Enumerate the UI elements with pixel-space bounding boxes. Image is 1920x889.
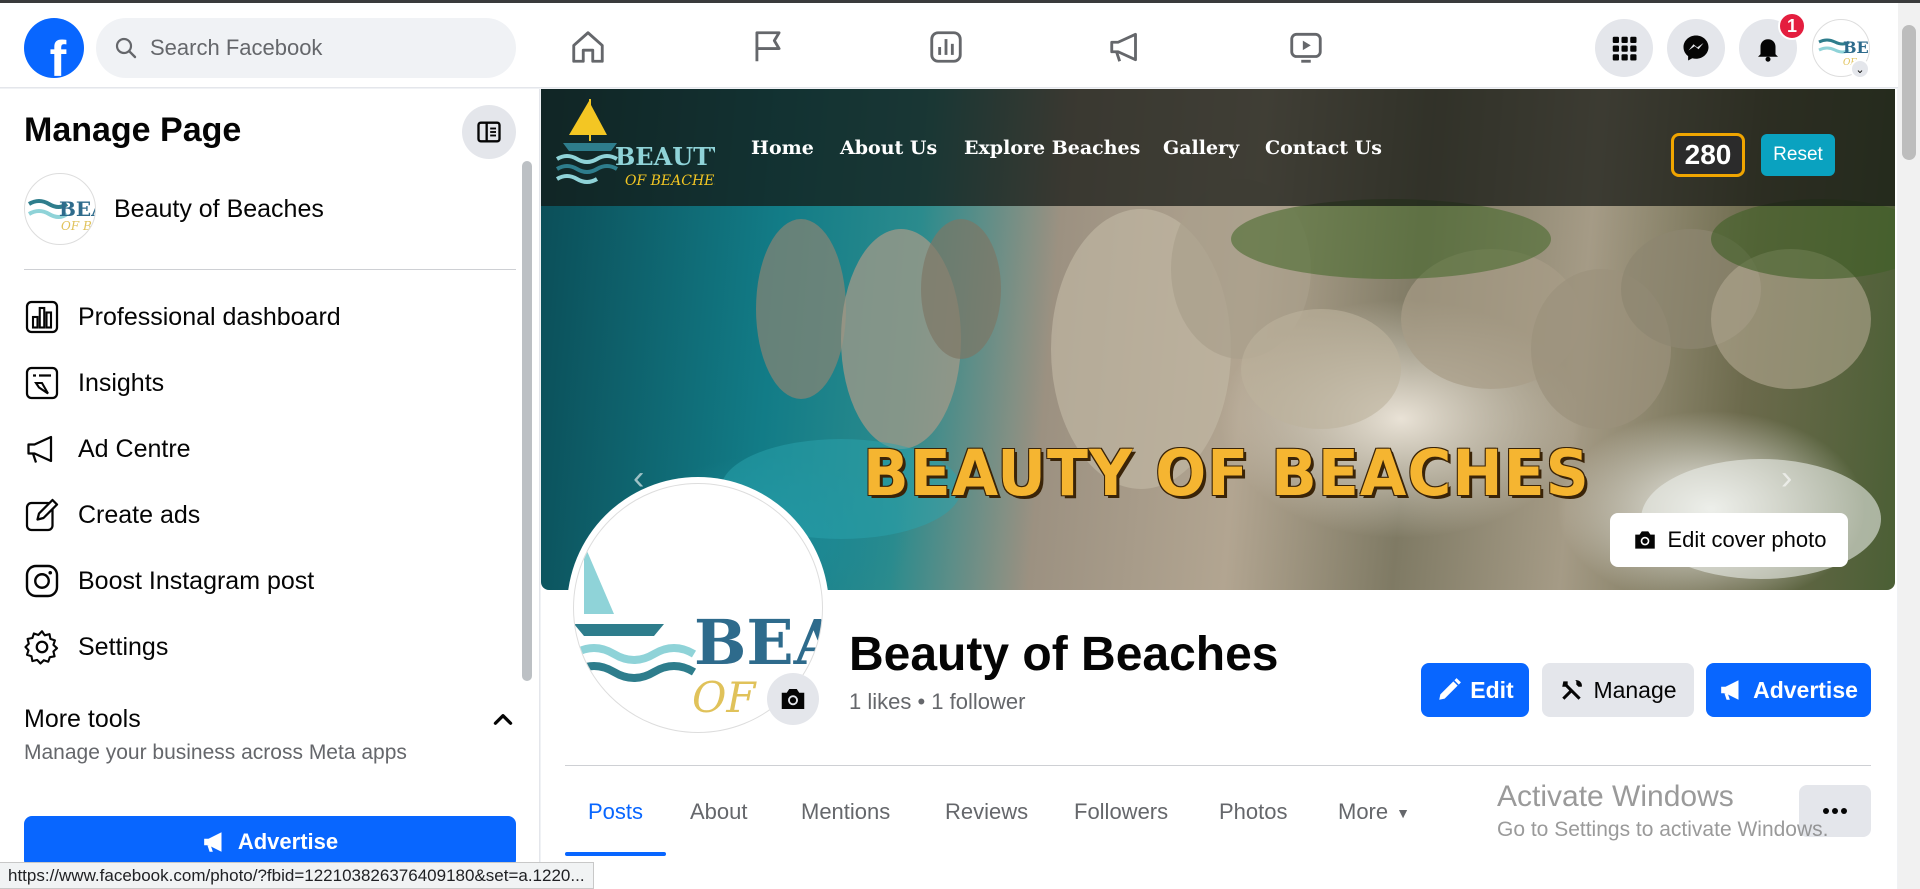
search-input[interactable] xyxy=(150,35,470,61)
insights-chart-icon[interactable] xyxy=(924,25,968,69)
facebook-logo[interactable]: f xyxy=(24,18,84,78)
tab-reviews[interactable]: Reviews xyxy=(945,799,1028,825)
collapse-sidebar-icon[interactable] xyxy=(462,105,516,159)
sidebar-item-label: Boost Instagram post xyxy=(78,566,315,595)
edit-label: Edit xyxy=(1470,676,1514,703)
sidebar-item-settings[interactable]: Settings xyxy=(24,622,168,672)
more-tools-heading[interactable]: More tools xyxy=(24,705,141,734)
manage-page-button[interactable]: Manage xyxy=(1542,663,1694,717)
page-likes-followers[interactable]: 1 likes • 1 follower xyxy=(849,689,1025,715)
activate-windows-subtitle: Go to Settings to activate Windows. xyxy=(1497,818,1829,841)
visitor-counter: 280 xyxy=(1671,133,1745,177)
update-profile-picture-camera-icon[interactable] xyxy=(767,673,819,725)
page-title: Beauty of Beaches xyxy=(849,628,1279,681)
search-icon xyxy=(115,37,137,59)
video-icon[interactable] xyxy=(1284,25,1328,69)
sidebar-item-label: Insights xyxy=(78,368,165,397)
messenger-icon[interactable] xyxy=(1667,19,1725,77)
main-content: BEAUTY OF BEACHES Home About Us Explore … xyxy=(541,89,1897,889)
edit-page-button[interactable]: Edit xyxy=(1421,663,1529,717)
sidebar-item-label: Create ads xyxy=(78,500,201,529)
cover-link-explore-beaches[interactable]: Explore Beaches xyxy=(964,137,1140,159)
home-icon[interactable] xyxy=(566,25,610,69)
edit-cover-photo-button[interactable]: Edit cover photo xyxy=(1610,513,1848,567)
cover-link-gallery[interactable]: Gallery xyxy=(1163,137,1239,159)
reset-button[interactable]: Reset xyxy=(1761,134,1835,176)
svg-text:OF BEACHES: OF BEACHES xyxy=(625,173,715,189)
tab-followers[interactable]: Followers xyxy=(1074,799,1168,825)
cover-next-arrow-icon[interactable]: › xyxy=(1781,459,1811,499)
manage-label: Manage xyxy=(1593,676,1677,703)
sidebar-item-label: Professional dashboard xyxy=(78,302,341,331)
feed-card-top xyxy=(708,878,1726,889)
dashboard-icon xyxy=(25,300,59,334)
tab-posts[interactable]: Posts xyxy=(588,799,643,825)
advertise-button[interactable]: Advertise xyxy=(1706,663,1871,717)
camera-icon xyxy=(1634,531,1655,549)
sidebar-item-create-ads[interactable]: Create ads xyxy=(24,490,200,540)
active-tab-indicator xyxy=(565,852,666,856)
account-chevron-down-icon[interactable]: ⌄ xyxy=(1850,59,1870,79)
browser-status-url: https://www.facebook.com/photo/?fbid=122… xyxy=(0,862,594,889)
gear-icon xyxy=(24,630,59,665)
megaphone-icon xyxy=(204,832,222,852)
tab-more[interactable]: More ▼ xyxy=(1338,799,1410,825)
svg-text:BE: BE xyxy=(1843,38,1869,57)
page-avatar: BEA OF BE xyxy=(24,173,96,245)
advertise-label: Advertise xyxy=(1753,676,1858,703)
top-navigation-bar: f 1 BE OF ⌄ xyxy=(0,3,1920,88)
sidebar-scrollbar[interactable] xyxy=(522,161,532,681)
sidebar-title: Manage Page xyxy=(24,111,242,149)
current-page-selector[interactable]: BEA OF BE Beauty of Beaches xyxy=(24,173,324,245)
megaphone-icon xyxy=(1721,680,1739,700)
insights-icon xyxy=(25,366,59,400)
sidebar-item-label: Settings xyxy=(78,632,169,661)
megaphone-icon[interactable] xyxy=(1104,25,1148,69)
more-tools-subtitle: Manage your business across Meta apps xyxy=(24,741,407,764)
svg-text:BEA: BEA xyxy=(59,197,96,221)
tabs-divider xyxy=(565,765,1871,766)
sidebar-item-professional-dashboard[interactable]: Professional dashboard xyxy=(24,292,341,342)
sidebar-advertise-button[interactable]: Advertise xyxy=(24,816,516,868)
activate-windows-title: Activate Windows xyxy=(1497,780,1734,813)
page-scrollbar-thumb[interactable] xyxy=(1902,25,1916,160)
tab-mentions[interactable]: Mentions xyxy=(801,799,890,825)
svg-text:BEA: BEA xyxy=(694,606,823,679)
manage-page-sidebar: Manage Page BEA OF BE Beauty of Beaches … xyxy=(0,89,540,889)
instagram-icon xyxy=(25,564,59,598)
chevron-up-icon[interactable] xyxy=(490,707,516,733)
cover-link-about-us[interactable]: About Us xyxy=(840,137,937,159)
sidebar-item-label: Ad Centre xyxy=(78,434,191,463)
pages-flag-icon[interactable] xyxy=(746,25,790,69)
sidebar-item-insights[interactable]: Insights xyxy=(24,358,164,408)
page-name: Beauty of Beaches xyxy=(114,194,324,223)
sidebar-item-ad-centre[interactable]: Ad Centre xyxy=(24,424,191,474)
cover-banner-title: BEAUTY OF BEACHES xyxy=(863,437,1590,511)
menu-grid-icon[interactable] xyxy=(1595,19,1653,77)
sidebar-advertise-label: Advertise xyxy=(237,829,339,854)
tab-photos[interactable]: Photos xyxy=(1219,799,1288,825)
search-box[interactable] xyxy=(96,18,516,78)
activate-windows-watermark: Activate Windows Go to Settings to activ… xyxy=(1497,780,1829,842)
edit-icon xyxy=(25,498,59,532)
cover-link-home[interactable]: Home xyxy=(751,137,814,159)
sidebar-item-boost-instagram-post[interactable]: Boost Instagram post xyxy=(24,556,314,606)
tab-more-label: More xyxy=(1338,799,1389,824)
tab-about[interactable]: About xyxy=(690,799,748,825)
cover-link-contact-us[interactable]: Contact Us xyxy=(1265,137,1382,159)
megaphone-icon xyxy=(27,435,53,463)
notification-badge: 1 xyxy=(1778,12,1806,40)
pencil-icon xyxy=(1439,678,1462,700)
beauty-of-beaches-logo: BEAUTY OF BEACHES xyxy=(555,99,715,189)
svg-text:OF BE: OF BE xyxy=(61,219,96,233)
svg-text:BEAUTY: BEAUTY xyxy=(615,142,715,171)
edit-cover-label: Edit cover photo xyxy=(1667,527,1827,552)
caret-down-icon: ▼ xyxy=(1396,805,1410,822)
sidebar-divider xyxy=(24,269,516,270)
tools-icon xyxy=(1562,680,1583,700)
